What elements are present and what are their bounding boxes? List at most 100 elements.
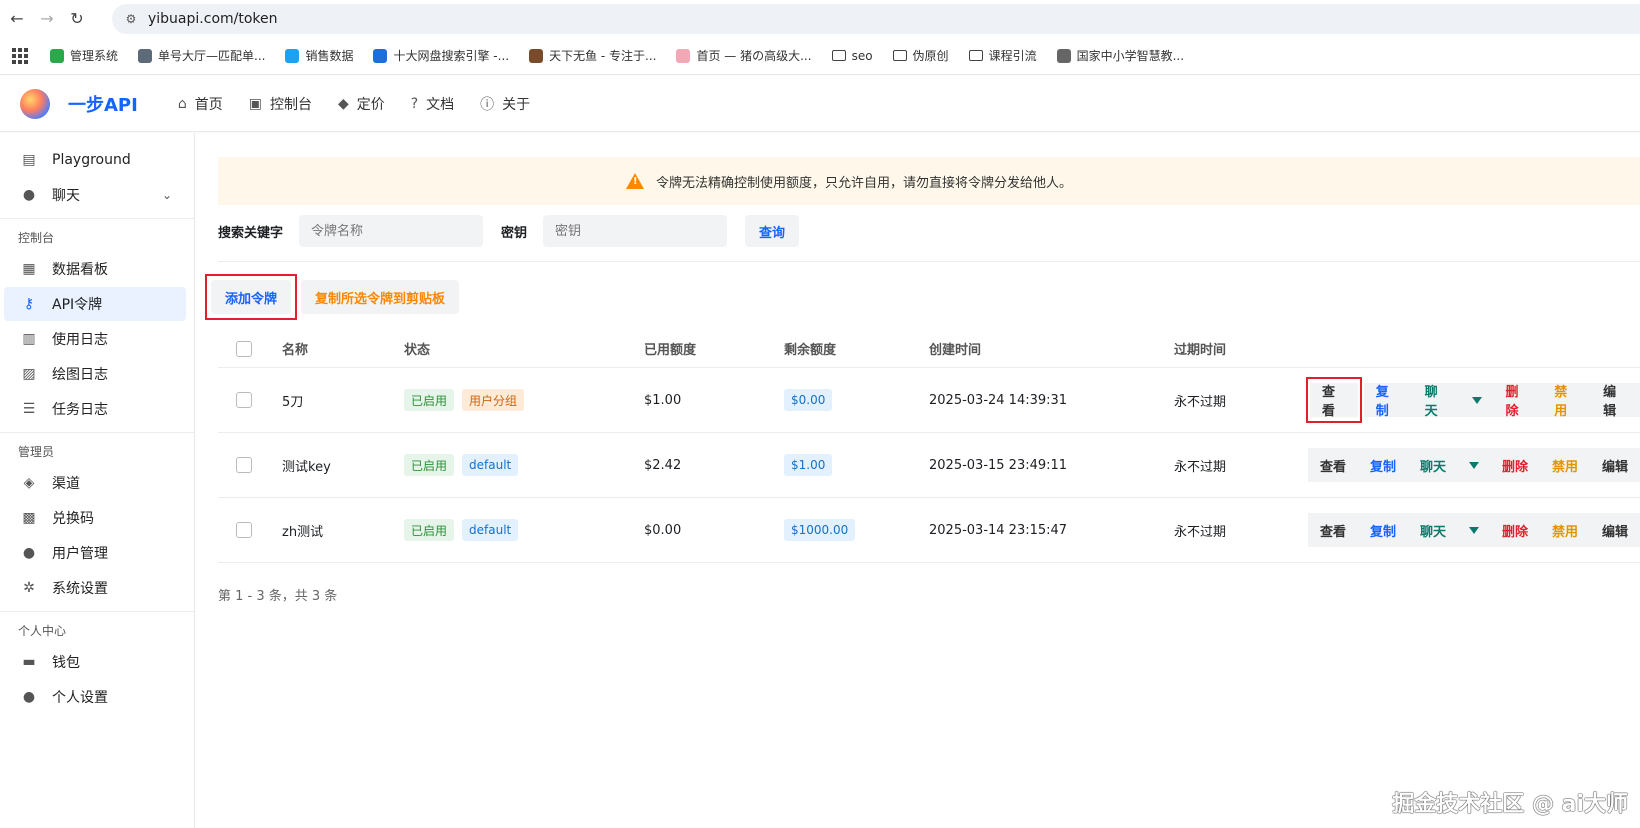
nav-home[interactable]: ⌂ 首页 <box>178 94 223 114</box>
chat-button[interactable]: 聊天 <box>1408 513 1458 547</box>
copy-button[interactable]: 复制 <box>1363 383 1413 419</box>
sidebar-group-admin: 管理员 <box>18 444 55 459</box>
user-icon: ● <box>22 689 36 705</box>
copy-button[interactable]: 复制 <box>1358 513 1408 547</box>
chat-dropdown-button[interactable] <box>1458 513 1490 547</box>
highlight-box: 查看 <box>1306 377 1362 423</box>
header-used[interactable]: 已用额度 <box>644 339 784 358</box>
edit-button[interactable]: 编辑 <box>1590 513 1640 547</box>
apps-grid-icon[interactable] <box>12 47 28 64</box>
edit-button[interactable]: 编辑 <box>1590 448 1640 482</box>
sidebar-item-profile[interactable]: ● 个人设置 <box>4 680 186 714</box>
chat-button[interactable]: 聊天 <box>1412 383 1462 419</box>
favicon-icon <box>373 48 388 63</box>
edit-button[interactable]: 编辑 <box>1591 383 1640 419</box>
copy-button[interactable]: 复制 <box>1358 448 1408 482</box>
select-all-checkbox[interactable] <box>236 340 252 357</box>
bookmark-item[interactable]: 国家中小学智慧教... <box>1056 47 1184 64</box>
row-checkbox[interactable] <box>236 457 252 473</box>
sidebar-item-chat[interactable]: ● 聊天 ⌄ <box>4 178 186 212</box>
site-info-icon[interactable]: ⚙ <box>122 10 140 28</box>
sidebar-item-users[interactable]: ● 用户管理 <box>4 536 186 570</box>
used-quota: $0.00 <box>644 522 682 538</box>
sidebar-item-drawing-log[interactable]: ▨ 绘图日志 <box>4 357 186 391</box>
key-icon: ⚷ <box>23 296 35 312</box>
nav-pricing[interactable]: ◆ 定价 <box>338 94 385 114</box>
favicon-icon <box>285 48 300 63</box>
bookmark-item[interactable]: 十大网盘搜索引擎 -... <box>373 47 509 64</box>
sidebar-item-wallet[interactable]: ▬ 钱包 <box>4 645 186 679</box>
logo[interactable] <box>20 88 50 119</box>
row-actions: 查看 复制 聊天 删除 禁用 编辑 <box>1308 448 1640 482</box>
pagination-info: 第 1 - 3 条，共 3 条 <box>218 589 338 604</box>
status-cell: 已启用 default <box>404 454 644 476</box>
row-checkbox[interactable] <box>236 522 252 538</box>
sidebar-divider <box>0 611 194 612</box>
chevron-down-icon[interactable]: ⌄ <box>162 188 172 202</box>
sidebar-group-personal: 个人中心 <box>18 623 67 638</box>
url-field[interactable]: ⚙ yibuapi.com/token <box>112 4 1640 34</box>
bookmark-item[interactable]: 单号大厅—匹配单... <box>138 47 265 64</box>
nav-console[interactable]: ▣ 控制台 <box>249 94 312 114</box>
remain-quota-badge: $1000.00 <box>784 519 856 541</box>
delete-button[interactable]: 删除 <box>1493 383 1543 419</box>
sidebar-item-channels[interactable]: ◈ 渠道 <box>4 466 186 500</box>
nav-about[interactable]: ⓘ 关于 <box>480 94 530 114</box>
status-badge: 已启用 <box>404 519 455 541</box>
search-row: 搜索关键字 密钥 查询 <box>218 215 1640 247</box>
token-name-input[interactable] <box>299 215 484 247</box>
delete-button[interactable]: 删除 <box>1490 448 1540 482</box>
row-checkbox[interactable] <box>236 392 252 408</box>
back-arrow-icon[interactable]: ← <box>2 4 32 34</box>
sidebar: ▤ Playground ● 聊天 ⌄ 控制台 ▦ 数据看板 ⚷ API令牌 ▥ 使用日志 … <box>0 133 195 828</box>
bookmark-item[interactable]: 伪原创 <box>892 47 949 64</box>
bookmark-item[interactable]: 销售数据 <box>285 47 353 64</box>
remain-quota-badge: $1.00 <box>784 454 833 476</box>
sidebar-item-playground[interactable]: ▤ Playground <box>4 143 186 177</box>
header-created[interactable]: 创建时间 <box>929 339 1174 358</box>
reload-icon[interactable]: ↻ <box>62 4 92 34</box>
view-button[interactable]: 查看 <box>1310 383 1358 419</box>
view-button[interactable]: 查看 <box>1308 448 1358 482</box>
dashboard-icon: ▦ <box>22 261 36 277</box>
sidebar-item-usage-log[interactable]: ▥ 使用日志 <box>4 322 186 356</box>
header-expire[interactable]: 过期时间 <box>1174 339 1314 358</box>
bookmark-item[interactable]: 天下无鱼 - 专注于... <box>529 47 656 64</box>
table-row[interactable]: 测试key 已启用 default $2.42 $1.00 2025-03-15 23:4… <box>218 433 1640 498</box>
sidebar-item-redeem[interactable]: ▩ 兑换码 <box>4 501 186 535</box>
bookmark-item[interactable]: 首页 — 猪の高级大... <box>676 47 812 64</box>
chart-icon: ▥ <box>22 331 36 347</box>
bookmark-item[interactable]: 管理系统 <box>50 47 118 64</box>
copy-selected-button[interactable]: 复制所选令牌到剪贴板 <box>301 280 460 314</box>
chat-button[interactable]: 聊天 <box>1408 448 1458 482</box>
chat-dropdown-button[interactable] <box>1461 383 1494 417</box>
sidebar-item-task-log[interactable]: ☰ 任务日志 <box>4 392 186 426</box>
view-button[interactable]: 查看 <box>1308 513 1358 547</box>
user-icon: ● <box>22 545 36 561</box>
disable-button[interactable]: 禁用 <box>1542 383 1592 419</box>
bookmark-item[interactable]: seo <box>831 49 873 63</box>
sidebar-item-api-tokens[interactable]: ⚷ API令牌 <box>4 287 186 321</box>
folder-icon <box>892 50 907 61</box>
chat-dropdown-button[interactable] <box>1458 448 1490 482</box>
brand-title[interactable]: 一步API <box>68 91 138 117</box>
header-status[interactable]: 状态 <box>404 339 644 358</box>
sidebar-item-dashboard[interactable]: ▦ 数据看板 <box>4 252 186 286</box>
disable-button[interactable]: 禁用 <box>1540 448 1590 482</box>
bookmark-item[interactable]: 课程引流 <box>968 47 1037 64</box>
created-time: 2025-03-24 14:39:31 <box>929 392 1068 408</box>
delete-button[interactable]: 删除 <box>1490 513 1540 547</box>
add-token-button[interactable]: 添加令牌 <box>211 280 292 314</box>
table-row[interactable]: 5刀 已启用 用户分组 $1.00 $0.00 2025-03-24 14:39:31 永不… <box>218 368 1640 433</box>
forward-arrow-icon[interactable]: → <box>32 4 62 34</box>
header-remain[interactable]: 剩余额度 <box>784 339 929 358</box>
nav-docs[interactable]: ? 文档 <box>411 94 454 114</box>
table-row[interactable]: zh测试 已启用 default $0.00 $1000.00 2025-03-14 23… <box>218 498 1640 563</box>
sidebar-item-settings[interactable]: ✲ 系统设置 <box>4 571 186 605</box>
disable-button[interactable]: 禁用 <box>1540 513 1590 547</box>
key-input[interactable] <box>543 215 728 247</box>
query-button[interactable]: 查询 <box>745 215 800 247</box>
header-name[interactable]: 名称 <box>282 339 404 358</box>
caret-down-icon <box>1472 396 1483 404</box>
token-table: 名称 状态 已用额度 剩余额度 创建时间 过期时间 5刀 已启用 用户分组 $1.00… <box>218 330 1640 563</box>
